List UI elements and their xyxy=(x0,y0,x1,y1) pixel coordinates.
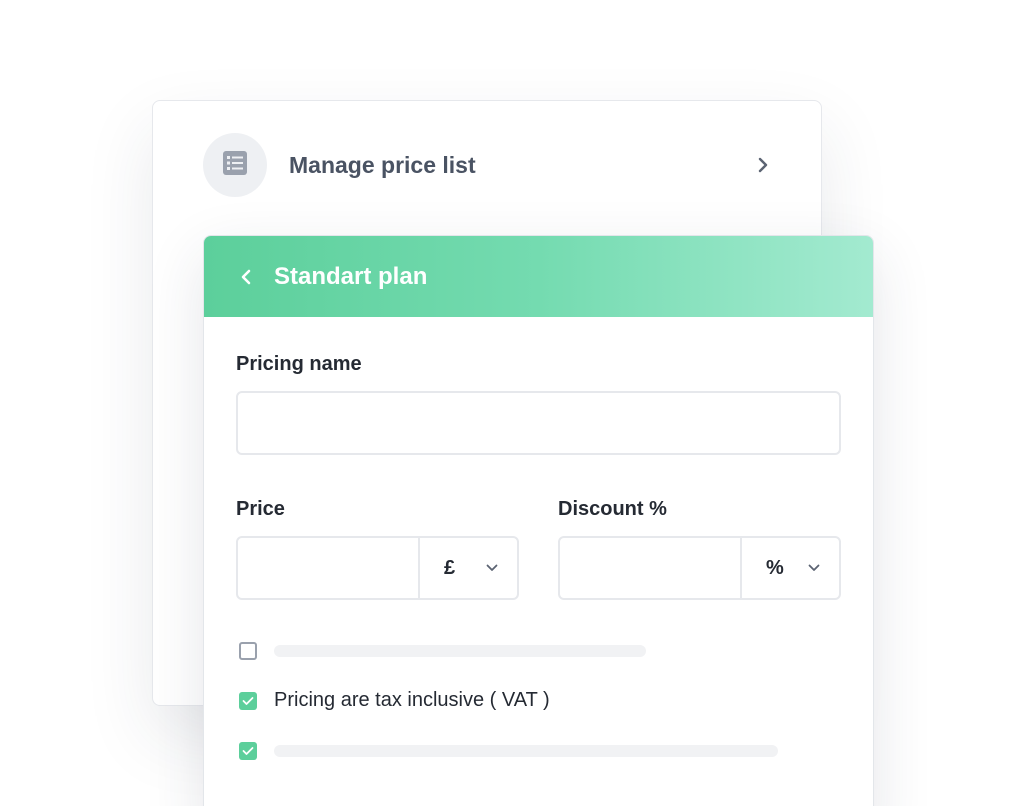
pricing-name-label: Pricing name xyxy=(236,353,362,375)
tax-inclusive-label: Pricing are tax inclusive ( VAT ) xyxy=(274,689,550,711)
option-label-placeholder-1 xyxy=(274,645,646,657)
manage-price-list-row[interactable]: Manage price list xyxy=(203,133,773,197)
option-checkbox-3[interactable] xyxy=(239,742,257,760)
check-icon xyxy=(242,697,254,705)
pricing-name-input[interactable] xyxy=(236,391,841,455)
card-header: Standart plan xyxy=(204,236,873,317)
discount-label: Discount % xyxy=(558,498,667,520)
list-icon xyxy=(222,150,248,181)
standart-plan-card: Standart plan Pricing name Price £ Disco… xyxy=(203,235,874,806)
chevron-left-icon[interactable] xyxy=(236,267,256,287)
currency-select[interactable]: £ xyxy=(418,538,517,598)
check-icon xyxy=(242,747,254,755)
discount-unit-select[interactable]: % xyxy=(740,538,839,598)
stage: Manage price list Standart plan Pricing … xyxy=(0,0,1024,806)
discount-field: % xyxy=(558,536,841,600)
tax-inclusive-checkbox[interactable] xyxy=(239,692,257,710)
chevron-down-icon xyxy=(808,559,820,577)
option-label-placeholder-3 xyxy=(274,745,778,757)
list-icon-badge xyxy=(203,133,267,197)
currency-value: £ xyxy=(444,556,456,579)
price-label: Price xyxy=(236,498,285,520)
manage-price-list-label: Manage price list xyxy=(289,151,476,178)
discount-input[interactable] xyxy=(560,538,740,598)
discount-unit-value: % xyxy=(766,556,784,579)
option-checkbox-1[interactable] xyxy=(239,642,257,660)
chevron-down-icon xyxy=(486,559,498,577)
price-field: £ xyxy=(236,536,519,600)
price-input[interactable] xyxy=(238,538,418,598)
card-title: Standart plan xyxy=(274,262,428,290)
chevron-right-icon[interactable] xyxy=(753,155,773,175)
